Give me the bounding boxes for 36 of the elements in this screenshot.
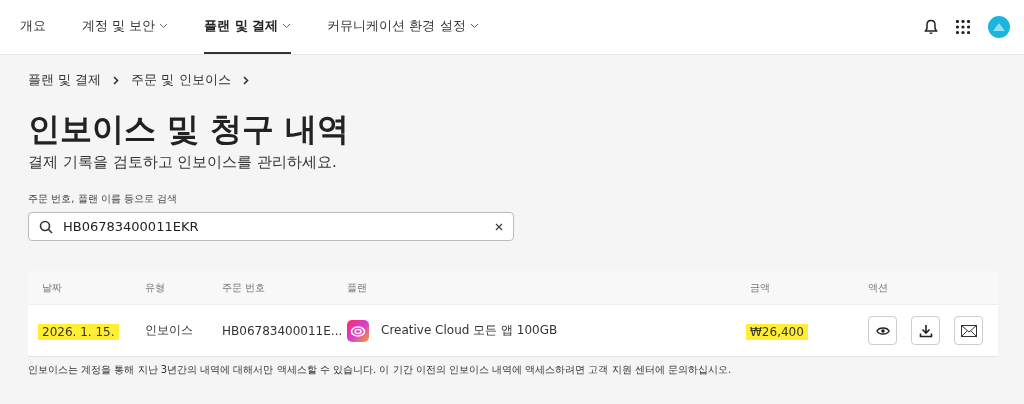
chevron-right-icon	[242, 75, 249, 85]
breadcrumb-link[interactable]: 주문 및 인보이스	[131, 71, 231, 89]
eye-icon	[875, 325, 890, 336]
close-icon[interactable]	[495, 222, 503, 231]
download-button[interactable]	[911, 316, 940, 345]
column-header: 날짜	[42, 280, 63, 295]
column-header: 금액	[750, 280, 771, 295]
type-cell-text: 인보이스	[145, 322, 194, 339]
page-subtitle: 결제 기록을 검토하고 인보이스를 관리하세요.	[28, 153, 338, 172]
column-header: 플랜	[347, 280, 368, 295]
nav-tab[interactable]: 커뮤니케이션 환경 설정	[327, 0, 479, 54]
column-header: 유형	[145, 280, 166, 295]
view-button[interactable]	[868, 316, 897, 345]
envelope-icon	[960, 324, 977, 337]
column-header: 액션	[868, 280, 889, 295]
column-header: 주문 번호	[222, 280, 267, 295]
download-icon	[918, 323, 933, 338]
search-field[interactable]: HB06783400011EKR	[28, 212, 514, 241]
search-input[interactable]: HB06783400011EKR	[61, 218, 487, 235]
nav-tab[interactable]: 개요	[20, 0, 46, 54]
amount-cell: ₩26,400	[746, 324, 808, 340]
bell-icon[interactable]	[924, 19, 938, 35]
order-number-cell-text: HB06783400011E...	[222, 323, 344, 338]
page-title: 인보이스 및 청구 내역	[28, 109, 351, 149]
search-label: 주문 번호, 플랜 이름 등으로 검색	[28, 192, 179, 206]
breadcrumb-link[interactable]: 플랜 및 결제	[28, 71, 102, 89]
chevron-right-icon	[113, 75, 120, 85]
email-button[interactable]	[954, 316, 983, 345]
apps-grid-icon[interactable]	[956, 20, 970, 34]
date-cell: 2026. 1. 15.	[38, 324, 119, 340]
plan-cell: Creative Cloud 모든 앱 100GB	[381, 322, 558, 339]
app-logo-icon	[347, 319, 369, 342]
nav-tab[interactable]: 플랜 및 결제	[204, 0, 292, 54]
search-icon	[39, 219, 53, 234]
nav-tab[interactable]: 계정 및 보안	[82, 0, 169, 54]
footnote: 인보이스는 계정을 통해 지난 3년간의 내역에 대해서만 액세스할 수 있습니다. 이 기간 이전의 인보이스 내역에 액세스하려면 고객 지원 센터에 문의하십시오.	[28, 363, 733, 377]
